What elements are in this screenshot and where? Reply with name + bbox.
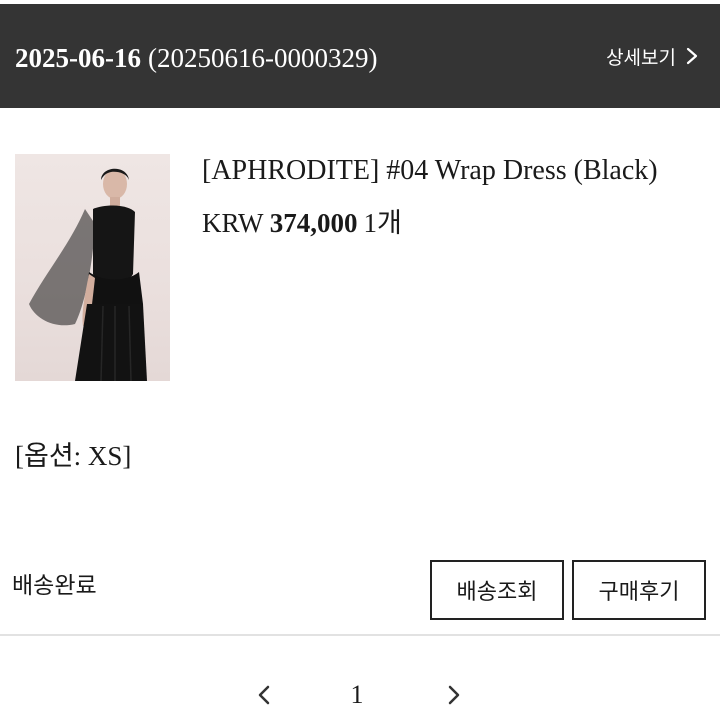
track-delivery-button[interactable]: 배송조회 bbox=[430, 560, 564, 620]
divider bbox=[0, 634, 720, 636]
order-detail-link[interactable]: 상세보기 bbox=[606, 34, 698, 78]
order-date-line: 2025-06-16 (20250616-0000329) bbox=[15, 38, 377, 78]
chevron-left-icon[interactable] bbox=[249, 680, 279, 710]
order-date: 2025-06-16 bbox=[15, 43, 141, 73]
chevron-right-icon[interactable] bbox=[439, 680, 469, 710]
current-page-number[interactable]: 1 bbox=[342, 675, 372, 715]
product-option: [옵션: XS] bbox=[15, 441, 132, 471]
chevron-right-icon bbox=[686, 47, 698, 65]
order-header: 2025-06-16 (20250616-0000329) 상세보기 bbox=[0, 4, 720, 108]
order-number: (20250616-0000329) bbox=[147, 43, 378, 73]
price-amount: 374,000 bbox=[269, 208, 358, 238]
product-image[interactable] bbox=[15, 154, 170, 381]
write-review-button[interactable]: 구매후기 bbox=[572, 560, 706, 620]
product-name[interactable]: [APHRODITE] #04 Wrap Dress (Black) bbox=[202, 150, 658, 192]
order-detail-label: 상세보기 bbox=[606, 46, 676, 69]
currency-label: KRW bbox=[202, 208, 264, 238]
product-price-line: KRW 374,000 1개 bbox=[202, 203, 402, 243]
delivery-status: 배송완료 bbox=[12, 573, 97, 599]
quantity: 1개 bbox=[363, 208, 402, 238]
